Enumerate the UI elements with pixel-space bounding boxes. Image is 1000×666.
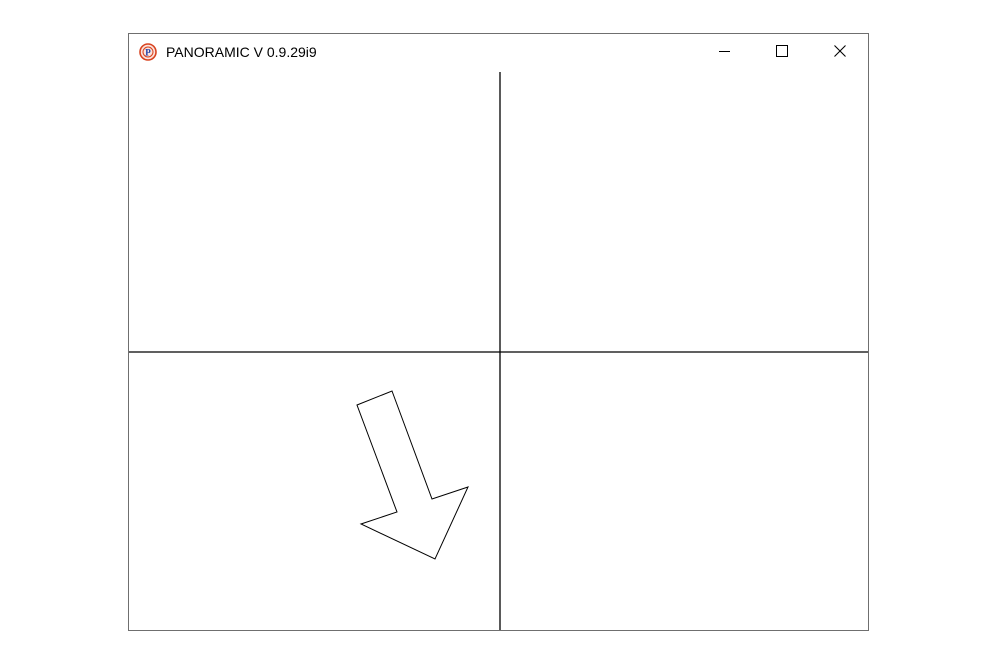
maximize-button[interactable] bbox=[759, 34, 805, 72]
arrow-shape bbox=[356, 390, 469, 560]
maximize-icon bbox=[776, 44, 788, 62]
minimize-icon bbox=[719, 44, 731, 62]
close-button[interactable] bbox=[817, 34, 863, 72]
minimize-button[interactable] bbox=[702, 34, 748, 72]
panoramic-logo-icon[interactable]: P bbox=[139, 43, 157, 61]
svg-text:P: P bbox=[145, 48, 151, 58]
close-icon bbox=[834, 44, 846, 62]
window-title: PANORAMIC V 0.9.29i9 bbox=[166, 44, 317, 60]
app-window: P PANORAMIC V 0.9.29i9 bbox=[128, 33, 869, 631]
title-bar[interactable]: P PANORAMIC V 0.9.29i9 bbox=[129, 34, 868, 72]
drawing-canvas[interactable] bbox=[129, 72, 868, 630]
